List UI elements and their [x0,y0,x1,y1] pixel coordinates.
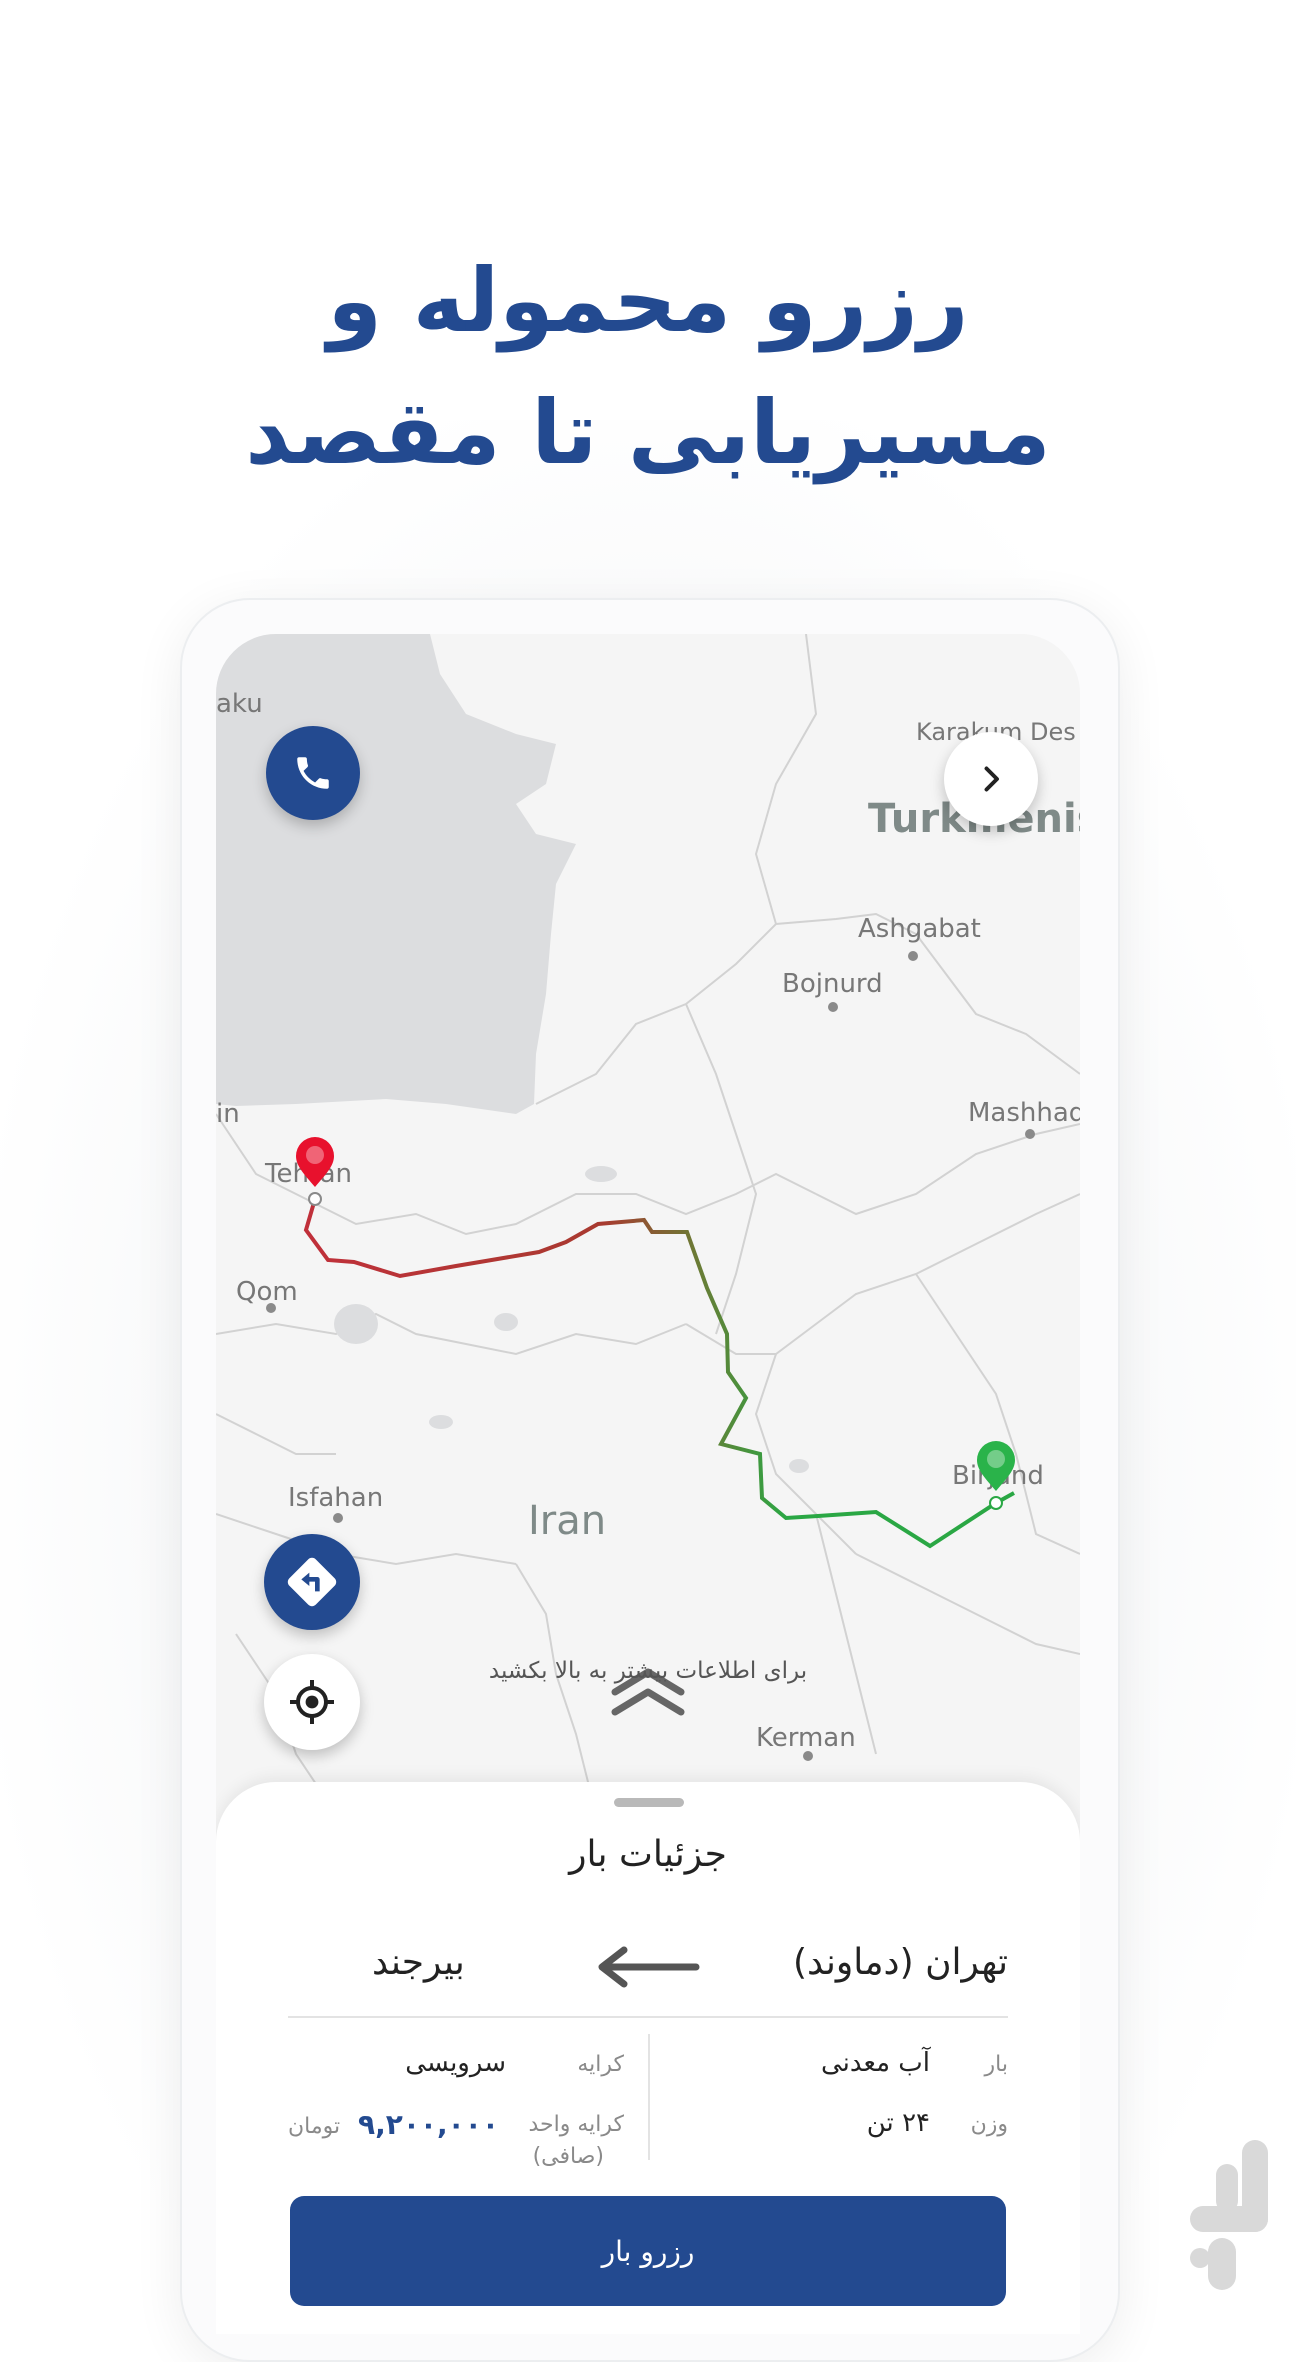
fare-label: کرایه [577,2052,624,2077]
reserve-cargo-button[interactable]: رزرو بار [290,2196,1006,2306]
unit-fare-label: کرایه واحد [528,2112,624,2137]
label-qom: Qom [236,1277,298,1307]
label-bojnurd: Bojnurd [782,969,883,999]
divider [288,2016,1008,2018]
sheet-drag-handle[interactable] [614,1798,684,1807]
route-arrow-icon [598,1946,700,1988]
store-logo-icon [1190,2140,1268,2290]
origin-city: تهران (دماوند) [792,1942,1008,1983]
unit-fare-value: ۹,۲۰۰,۰۰۰ [358,2108,499,2141]
weight-label: وزن [970,2112,1008,2137]
headline-line-1: رزرو محموله و [327,249,969,352]
call-button[interactable] [266,726,360,820]
next-button[interactable] [944,732,1038,826]
chevron-right-icon [984,766,999,792]
label-mashhad: Mashhad [968,1098,1080,1128]
swipe-up-hint: برای اطلاعات بیشتر به بالا بکشید [488,1658,808,1684]
cargo-label: بار [984,2052,1008,2077]
headline-line-2: مسیریابی تا مقصد [245,381,1051,484]
app-screen: aku Karakum Des Turkmenis Ashgabat Bojnu… [216,634,1080,2334]
directions-button[interactable] [264,1534,360,1630]
label-kerman: Kerman [756,1723,856,1753]
label-isfahan: Isfahan [288,1483,383,1513]
label-edge-in: in [216,1099,240,1129]
fare-value: سرویسی [405,2048,506,2078]
crosshair-icon [290,1680,334,1724]
label-ashgabat: Ashgabat [858,914,981,944]
headline: رزرو محموله و مسیریابی تا مقصد [0,235,1296,499]
sheet-title: جزئیات بار [569,1834,727,1875]
cargo-value: آب معدنی [821,2048,930,2078]
label-baku: aku [216,689,263,719]
cargo-details-sheet[interactable]: جزئیات بار تهران (دماوند) بیرجند بار آب … [216,1782,1080,2334]
turn-left-icon [287,1557,337,1607]
column-divider [648,2034,650,2160]
label-iran: Iran [528,1498,606,1544]
phone-icon [297,757,329,789]
unit-fare-sublabel: (صافی) [532,2144,604,2169]
currency-label: تومان [288,2114,341,2139]
destination-city: بیرجند [372,1942,465,1983]
weight-value: ۲۴ تن [866,2108,930,2138]
